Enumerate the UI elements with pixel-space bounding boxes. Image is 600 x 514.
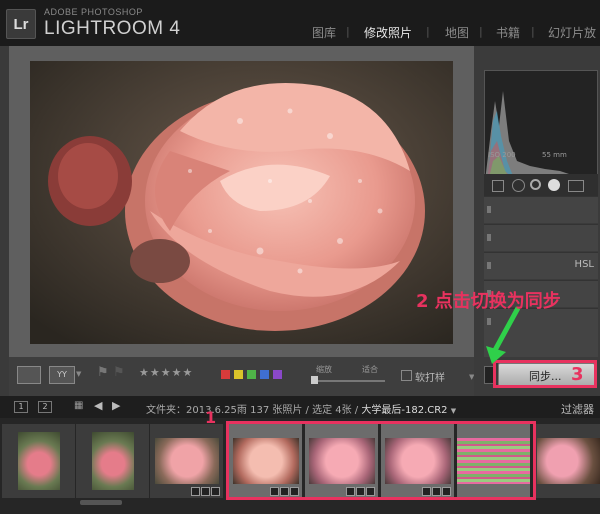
iso-value: ISO 200: [488, 151, 516, 159]
color-label-swatch[interactable]: [247, 370, 256, 379]
panel-basic[interactable]: [484, 196, 598, 223]
zoom-slider-knob[interactable]: [311, 376, 318, 384]
softproof-checkbox[interactable]: [401, 370, 412, 381]
loupe-view-button[interactable]: [17, 366, 41, 384]
module-separator: |: [346, 25, 350, 38]
spot-removal-icon[interactable]: [512, 179, 525, 192]
module-book[interactable]: 书籍: [496, 24, 520, 41]
filmstrip-header: 1 2 ▦ ◀ ▶ 文件夹：2013.6.25雨 137 张照片 / 选定 4张…: [0, 396, 600, 418]
screen-two-button[interactable]: 2: [38, 401, 52, 413]
thumbnail-image: [18, 432, 60, 490]
module-develop[interactable]: 修改照片: [364, 24, 412, 41]
forward-arrow-icon[interactable]: ▶: [112, 399, 120, 412]
annotation-three: 3: [571, 364, 584, 385]
zoom-slider-track[interactable]: [315, 380, 385, 382]
histogram-info: ISO 200 55 mm: [488, 151, 598, 159]
color-label-swatch[interactable]: [221, 370, 230, 379]
module-separator: |: [531, 25, 535, 38]
module-library[interactable]: 图库: [312, 24, 336, 41]
thumbnail-image: [155, 438, 219, 484]
lr-logo: Lr: [6, 9, 36, 39]
flag-pick-icon[interactable]: ⚑: [97, 365, 109, 380]
filmstrip-thumbnail[interactable]: [533, 424, 600, 498]
filter-label[interactable]: 过滤器: [561, 401, 594, 417]
collapse-icon: [487, 262, 491, 269]
module-separator: |: [426, 25, 430, 38]
annotation-two: 2 点击切换为同步: [416, 291, 561, 312]
screen-one-button[interactable]: 1: [14, 401, 28, 413]
red-eye-icon[interactable]: [530, 179, 541, 190]
filmstrip-thumbnail[interactable]: [150, 424, 223, 498]
color-label-swatch[interactable]: [273, 370, 282, 379]
brand-subtitle: ADOBE PHOTOSHOP: [44, 7, 143, 17]
color-label-swatch[interactable]: [234, 370, 243, 379]
top-bar: Lr ADOBE PHOTOSHOP LIGHTROOM 4 图库 | 修改照片…: [0, 0, 600, 46]
crop-tool-icon[interactable]: [492, 180, 504, 192]
module-separator: |: [479, 25, 483, 38]
zoom-label: 缩放: [316, 365, 332, 374]
thumbnail-image: [537, 438, 600, 484]
selection-highlight: [226, 421, 536, 500]
panel-tone-curve[interactable]: [484, 224, 598, 251]
photo-count: 137 张照片 / 选定 4张 /: [250, 405, 359, 416]
color-label-swatch[interactable]: [260, 370, 269, 379]
panel-hsl[interactable]: HSL: [484, 252, 598, 279]
file-dropdown-icon[interactable]: ▼: [451, 407, 456, 415]
brand-title: LIGHTROOM 4: [44, 18, 181, 39]
left-panel-collapsed[interactable]: [0, 46, 9, 396]
filmstrip-scrollbar[interactable]: [80, 500, 122, 505]
filmstrip-thumbnail[interactable]: [76, 424, 149, 498]
before-after-button[interactable]: YY: [49, 366, 75, 384]
fit-label: 适合: [362, 365, 378, 374]
softproof-label: 软打样: [415, 373, 445, 384]
grid-icon[interactable]: ▦: [74, 400, 83, 411]
annotation-one: 1: [205, 408, 217, 427]
back-arrow-icon[interactable]: ◀: [94, 399, 102, 412]
collapse-icon: [487, 234, 491, 241]
folder-label[interactable]: 文件夹：2013.6.25雨: [146, 405, 247, 416]
tool-strip: [484, 174, 598, 196]
filmstrip-info: 文件夹：2013.6.25雨 137 张照片 / 选定 4张 / 大学最后-18…: [146, 401, 456, 416]
graduated-filter-icon[interactable]: [548, 179, 560, 191]
green-arrow-icon: [486, 306, 521, 364]
hsl-label: HSL: [574, 259, 594, 270]
thumbnail-image: [92, 432, 134, 490]
toolbar: YY ▼ ⚑ ⚑ ★★★★★ 缩放 适合 软打样 ▼: [9, 357, 474, 396]
filmstrip-thumbnail[interactable]: [2, 424, 75, 498]
module-slideshow[interactable]: 幻灯片放: [548, 24, 596, 41]
focal-length: 55 mm: [542, 151, 567, 159]
adjustment-brush-icon[interactable]: [568, 180, 584, 192]
flag-reject-icon[interactable]: ⚑: [113, 365, 125, 380]
star-rating[interactable]: ★★★★★: [139, 366, 193, 379]
module-map[interactable]: 地图: [445, 24, 469, 41]
photo-canvas: [9, 46, 474, 357]
current-file[interactable]: 大学最后-182.CR2: [361, 405, 447, 416]
collapse-icon: [487, 206, 491, 213]
thumbnail-badges: [191, 487, 220, 496]
rose-photo: [30, 61, 453, 344]
dropdown-icon[interactable]: ▼: [76, 370, 81, 378]
